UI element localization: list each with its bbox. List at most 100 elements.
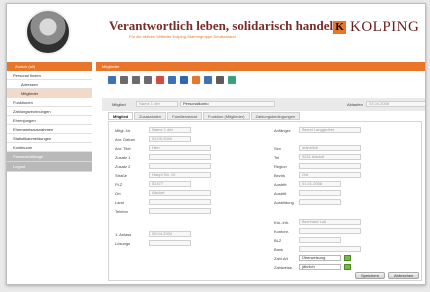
field-label: Region (274, 164, 287, 169)
payment-method-select[interactable]: Überweisung (299, 255, 341, 261)
first-record-icon[interactable] (120, 75, 128, 84)
tab-mitglied[interactable]: Mitglied (108, 112, 134, 120)
education-field[interactable] (299, 199, 341, 205)
beginner-field[interactable]: Bernd Langgruber (299, 127, 361, 133)
tab-zusatzdaten[interactable]: Zusatzdaten (134, 112, 167, 120)
sidebar-item[interactable]: Zahlungsrechnungen (7, 107, 92, 116)
field-label: Telefon (115, 209, 128, 214)
record-tabs: Mitglied Zusatzdaten Familienstand Funkt… (108, 112, 301, 120)
app-window: Verantwortlich leben, solidarisch handel… (6, 3, 426, 285)
field-label: Austritt (274, 191, 287, 196)
header-subtitle: Für die aktiven Mitlieder Kolping-Stammg… (129, 34, 236, 39)
field-label: Kontonr. (274, 229, 289, 234)
field-label: Ort (115, 191, 121, 196)
exit-date-field[interactable]: 01.01.2008 (299, 181, 341, 187)
account-number-field[interactable] (299, 228, 361, 234)
field-label: Bank (274, 247, 284, 252)
record-selector: Mitglied Name 1 der Personalkonto Ablauf… (102, 98, 425, 111)
sidebar: Zurück (alt) Personal finden Adressen Mi… (7, 62, 92, 284)
field-label: Zahlweise (274, 265, 293, 270)
phone-field[interactable] (149, 208, 211, 214)
field-label: Mitgl.-Nr. (115, 128, 131, 133)
field-label: Anr. Datum (115, 137, 136, 142)
sidebar-item[interactable]: Ehrenamtsausnahmen (7, 125, 92, 134)
payment-frequency-select[interactable]: jährlich (299, 264, 341, 270)
filter-icon[interactable] (180, 75, 188, 84)
tab-zahlung[interactable]: Zahlungsbedingungen (250, 112, 301, 120)
city-field[interactable]: Alsdorf (149, 190, 211, 196)
new-record-icon[interactable] (108, 75, 116, 84)
header-title: Verantwortlich leben, solidarisch handel… (109, 18, 341, 33)
addition1-field[interactable] (149, 154, 211, 160)
country-field[interactable] (149, 199, 211, 205)
bank-code-field[interactable] (299, 237, 341, 243)
field-label: Tel (274, 155, 280, 160)
record-toolbar (108, 74, 308, 85)
status-date-field[interactable]: 03.04.2008 (366, 101, 425, 107)
previous-record-icon[interactable] (132, 75, 140, 84)
field-label: Sex (274, 146, 281, 151)
founder-portrait (25, 9, 71, 55)
field-label: Zusatz 1 (115, 155, 131, 160)
record-name-field[interactable]: Personalkonto (180, 101, 275, 107)
addition2-field[interactable] (149, 163, 211, 169)
field-label: Bezirk (274, 173, 286, 178)
phone-right-field[interactable]: 0241 Alsdorf (299, 154, 361, 160)
title-field[interactable]: Herr (149, 145, 211, 151)
save-button[interactable]: Speichern (355, 272, 386, 279)
print-icon[interactable] (216, 75, 224, 84)
cancel-button[interactable]: Abbrechen (388, 272, 420, 279)
field-label: 1. Anlass (115, 232, 132, 237)
field-label: Lösungs (115, 241, 131, 246)
street-field[interactable]: Haupt Str. 10 (149, 172, 211, 178)
first-occasion-field[interactable]: 05.04.2004 (149, 231, 191, 237)
payment-method-confirm-icon[interactable] (344, 255, 351, 261)
sidebar-item[interactable]: Statistikanmeldungen (7, 134, 92, 143)
entry-date-field[interactable]: 03.05.2004 (149, 136, 191, 142)
sidebar-item[interactable]: Adressen (7, 80, 92, 89)
resolution-field[interactable] (149, 240, 191, 246)
member-number-field[interactable]: Name 1 der (149, 127, 191, 133)
record-label: Mitglied (112, 102, 126, 107)
page-title: Mitglieder (96, 62, 425, 71)
bank-field[interactable] (299, 246, 361, 252)
member-form: Mitgl.-Nr. Name 1 der Anr. Datum 03.05.2… (108, 121, 422, 281)
tab-familienstand[interactable]: Familienstand (167, 112, 203, 120)
status-label: Ablaufen (347, 102, 363, 107)
payment-frequency-confirm-icon[interactable] (344, 264, 351, 270)
main-panel: Mitglieder Mitglied Name 1 der Personalk… (96, 62, 425, 284)
sort-icon[interactable] (168, 75, 176, 84)
field-label: Kto.-Inh. (274, 220, 290, 225)
sidebar-item[interactable]: Kontinuum (7, 143, 92, 152)
search-icon[interactable] (192, 75, 200, 84)
field-label: Anfänger: (274, 128, 292, 133)
refresh-icon[interactable] (228, 75, 236, 84)
zip-field[interactable]: 52477 (149, 181, 191, 187)
region-field[interactable] (299, 163, 361, 169)
field-label: Anr. Titel (115, 146, 131, 151)
sidebar-item[interactable]: Personal finden (7, 71, 92, 80)
field-label: Straße (115, 173, 128, 178)
sex-field[interactable]: männlich (299, 145, 361, 151)
sidebar-item[interactable]: Ehrenjungen (7, 116, 92, 125)
sidebar-item[interactable]: Funktionen (7, 98, 92, 107)
exit-reason-field[interactable] (299, 190, 341, 196)
field-label: BLZ (274, 238, 282, 243)
next-record-icon[interactable] (144, 75, 152, 84)
sidebar-gray-item[interactable]: Logout (7, 162, 92, 172)
sidebar-header[interactable]: Zurück (alt) (7, 62, 92, 71)
field-label: Land (115, 200, 124, 205)
sidebar-item-active[interactable]: Mitglieder (7, 89, 92, 98)
delete-record-icon[interactable] (156, 75, 164, 84)
sidebar-gray-item[interactable]: Passwortabfrage (7, 152, 92, 162)
field-label: Zahl.Art (274, 256, 289, 261)
district-field[interactable]: Ost (299, 172, 361, 178)
field-label: Austritt (274, 182, 287, 187)
kolping-logo-icon: K (333, 21, 346, 34)
record-id-field[interactable]: Name 1 der (136, 101, 178, 107)
copy-icon[interactable] (204, 75, 212, 84)
tab-funktion[interactable]: Funktion (Mitglieder) (203, 112, 250, 120)
field-label: Ausbildung (274, 200, 294, 205)
page-header: Verantwortlich leben, solidarisch handel… (7, 4, 425, 62)
account-holder-field[interactable]: Bernhard Lub (299, 219, 361, 225)
